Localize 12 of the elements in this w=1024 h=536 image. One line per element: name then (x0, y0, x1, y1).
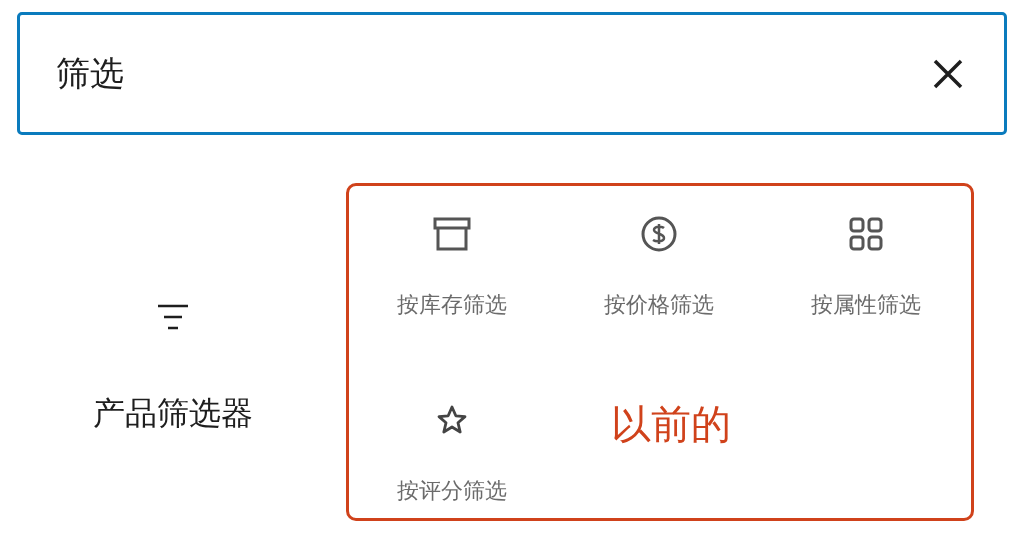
search-field[interactable]: 筛选 (17, 12, 1007, 135)
grid-icon (847, 216, 884, 252)
star-icon (436, 404, 469, 436)
block-item[interactable]: 按价格筛选 (555, 214, 763, 318)
block-item[interactable]: 按库存筛选 (349, 214, 556, 318)
block-item[interactable]: 按评分筛选 (349, 400, 556, 504)
annotation-label: 以前的 (611, 404, 731, 444)
block-item[interactable]: 产品筛选器 (93, 301, 253, 429)
close-icon[interactable] (932, 57, 964, 90)
dollar-icon (640, 215, 678, 253)
block-item[interactable]: 按属性筛选 (762, 214, 969, 318)
box-icon (433, 216, 472, 252)
